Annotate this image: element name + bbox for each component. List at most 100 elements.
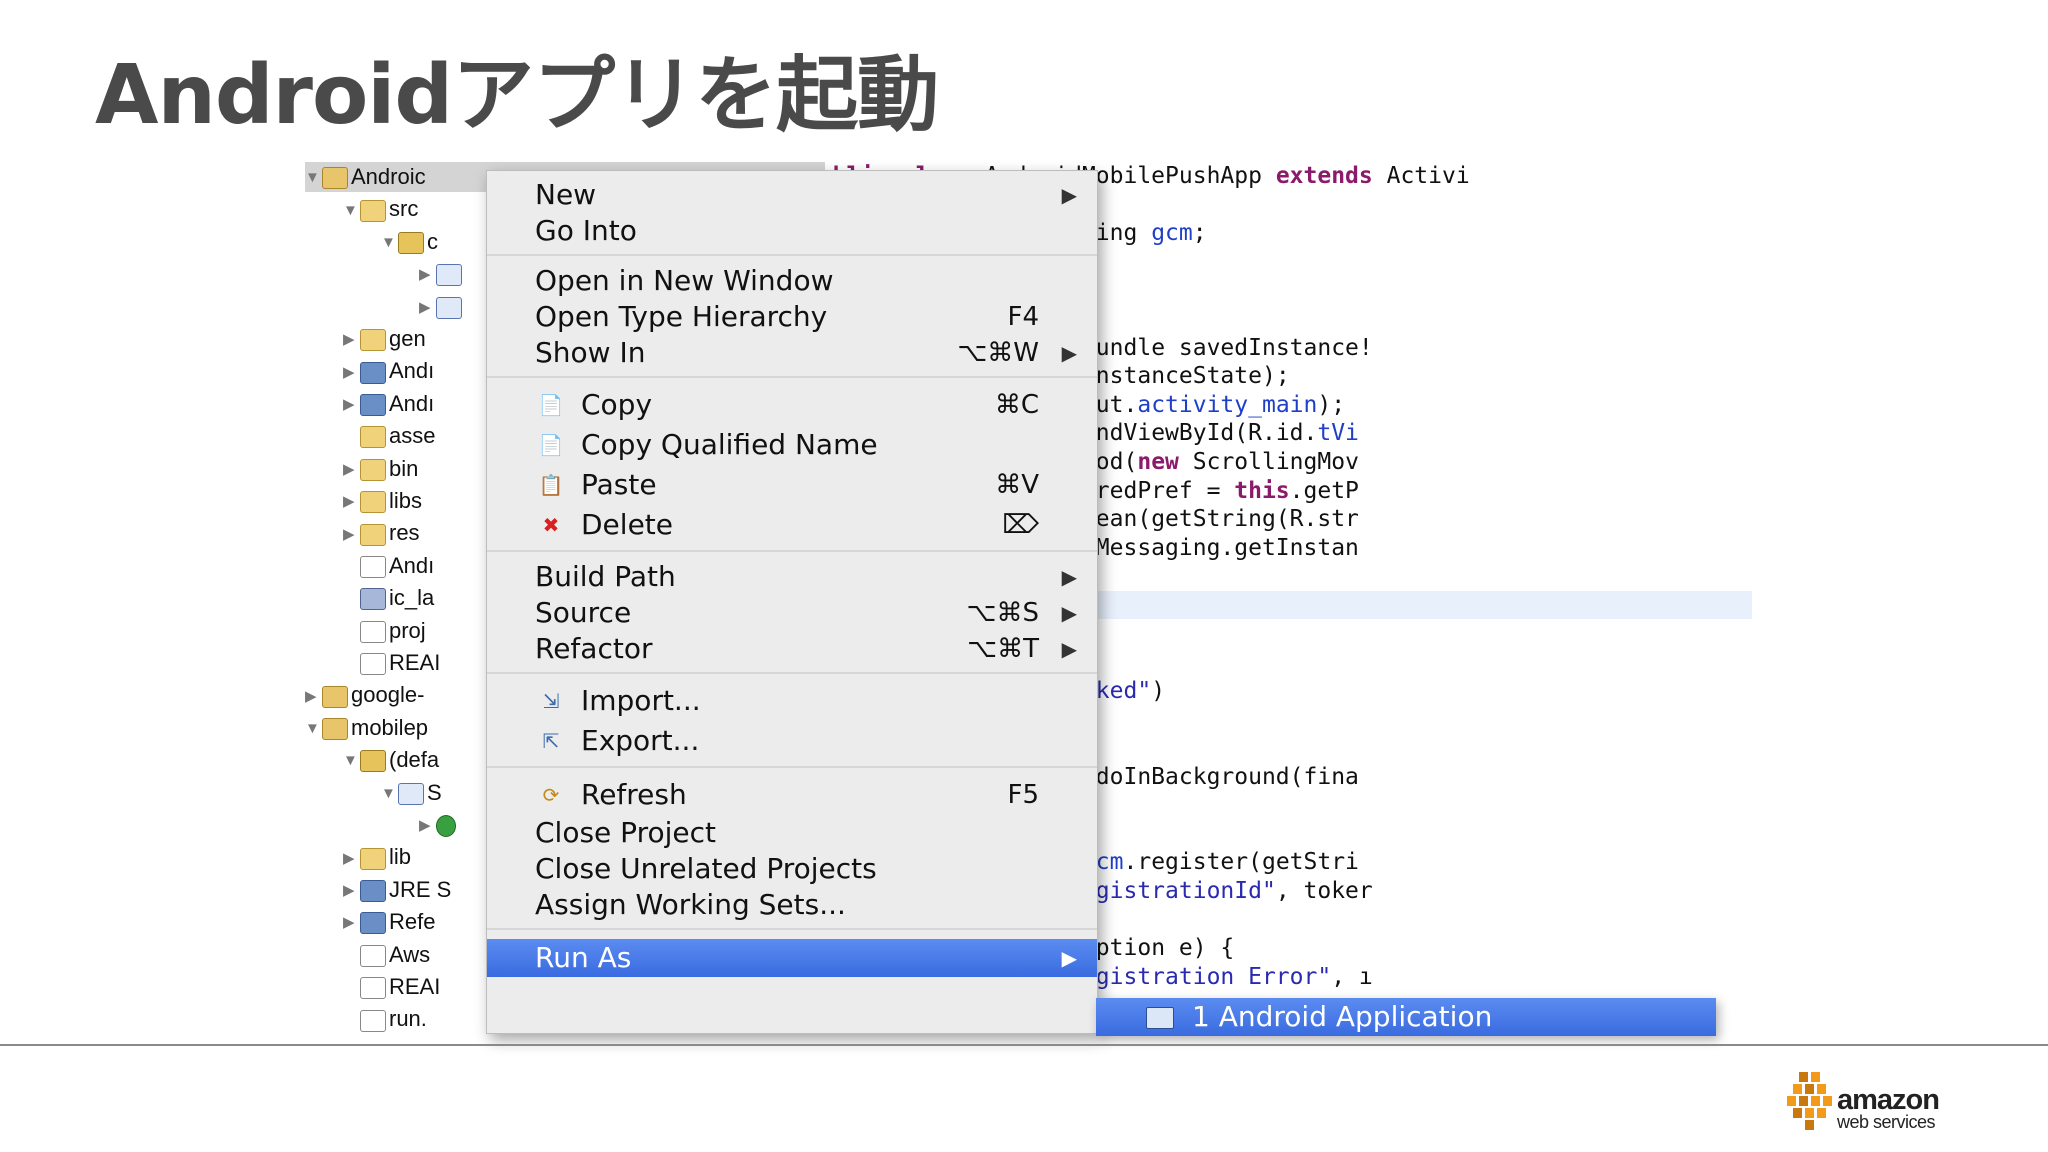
collapsed-twisty-icon[interactable]: ▶ (343, 455, 357, 485)
collapsed-twisty-icon[interactable]: ▶ (419, 293, 433, 323)
paste-icon: 📋 (538, 473, 564, 497)
tree-item[interactable]: ▶ (419, 810, 459, 840)
image-file-icon (360, 588, 386, 611)
menu-item-delete[interactable]: ✖ Delete ⌦ (487, 505, 1097, 545)
expanded-twisty-icon[interactable]: ▼ (381, 228, 396, 258)
menu-item-show-in[interactable]: Show In ⌥⌘W ▶ (487, 335, 1097, 371)
menu-item-new[interactable]: New ▶ (487, 177, 1097, 213)
aws-cube (1817, 1084, 1826, 1094)
text-file-icon (360, 620, 386, 643)
menu-item-paste[interactable]: 📋 Paste ⌘V (487, 465, 1097, 505)
tree-item-label: REAI (389, 650, 441, 675)
delete-icon: ✖ (542, 513, 560, 537)
collapsed-twisty-icon[interactable]: ▶ (305, 682, 319, 712)
menu-item-source[interactable]: Source ⌥⌘S ▶ (487, 595, 1097, 631)
collapsed-twisty-icon[interactable]: ▶ (343, 908, 357, 938)
menu-item-label: Open Type Hierarchy (535, 300, 828, 333)
code-token: ScrollingMov (1178, 449, 1359, 475)
java-file-icon (436, 264, 462, 287)
refresh-icon: ⟳ (542, 783, 560, 807)
expanded-twisty-icon[interactable]: ▼ (305, 163, 320, 193)
tree-item[interactable]: REAI (343, 648, 440, 678)
tree-item[interactable]: ▶ (419, 292, 465, 322)
code-token: activity_main (1137, 391, 1318, 418)
script-file-icon (360, 1009, 386, 1032)
collapsed-twisty-icon[interactable]: ▶ (343, 390, 357, 420)
menu-item-label: Show In (535, 336, 646, 369)
tree-item-label: (defa (389, 747, 440, 773)
tree-item[interactable]: asse (343, 421, 435, 451)
menu-item-refactor[interactable]: Refactor ⌥⌘T ▶ (487, 631, 1097, 667)
tree-item[interactable]: ▼ src (343, 194, 418, 224)
context-menu: New ▶ Go Into Open in New Window Open Type H… (486, 170, 1098, 1034)
code-token: extends (1275, 163, 1373, 189)
import-icon: ⇲ (542, 689, 560, 713)
tree-item[interactable]: Andı (343, 551, 434, 581)
expanded-twisty-icon[interactable]: ▼ (343, 196, 358, 226)
submenu-arrow-icon: ▶ (1061, 946, 1077, 970)
tree-item[interactable]: run. (343, 1004, 427, 1034)
tree-item[interactable]: ▶ gen (343, 324, 426, 354)
menu-item-build-path[interactable]: Build Path ▶ (487, 559, 1097, 595)
tree-item[interactable]: REAI (343, 972, 440, 1002)
menu-item-label: Close Project (535, 816, 716, 849)
collapsed-twisty-icon[interactable]: ▶ (343, 520, 357, 550)
java-file-icon (398, 782, 424, 805)
tree-item[interactable]: ▼ c (381, 227, 438, 257)
tree-item[interactable]: ▼ S (381, 778, 442, 808)
run-as-submenu-item-android-application[interactable]: 1 Android Application (1096, 998, 1716, 1036)
tree-item[interactable]: ▶ (419, 259, 465, 289)
menu-separator (487, 254, 1097, 256)
menu-item-export[interactable]: ⇱ Export... (487, 721, 1097, 761)
menu-item-open-type-hierarchy[interactable]: Open Type Hierarchy F4 (487, 299, 1097, 335)
tree-item-label: gen (389, 326, 426, 351)
menu-item-label: Refresh (581, 778, 687, 811)
tree-item[interactable]: ▶ Refe (343, 907, 435, 937)
code-token: this (1234, 477, 1290, 504)
tree-item[interactable]: ▶ Andı (343, 389, 434, 419)
aws-cube (1811, 1096, 1820, 1106)
tree-item-label: ic_la (389, 585, 435, 611)
tree-item[interactable]: ▼ (defa (343, 745, 439, 775)
tree-item-label: google- (351, 682, 425, 708)
submenu-item-label: 1 Android Application (1192, 1000, 1493, 1033)
expanded-twisty-icon[interactable]: ▼ (305, 714, 320, 744)
code-token: gcm (1151, 220, 1193, 247)
tree-item[interactable]: ic_la (343, 583, 434, 613)
expanded-twisty-icon[interactable]: ▼ (343, 746, 358, 776)
collapsed-twisty-icon[interactable]: ▶ (343, 487, 357, 517)
tree-item[interactable]: ▶ JRE S (343, 875, 451, 905)
folder-icon (360, 199, 386, 222)
menu-item-go-into[interactable]: Go Into (487, 213, 1097, 249)
tree-item-label: mobilep (351, 714, 429, 740)
collapsed-twisty-icon[interactable]: ▶ (343, 358, 357, 388)
expanded-twisty-icon[interactable]: ▼ (381, 779, 396, 809)
package-explorer-tree: ▼ Androic ▼ src ▼ c ▶ ▶ ▶ gen ▶ Andı ▶ Andı asse ▶ bin ▶ l… (305, 162, 825, 1035)
tree-item[interactable]: Aws (343, 940, 430, 970)
collapsed-twisty-icon[interactable]: ▶ (343, 844, 357, 874)
tree-item[interactable]: ▶ res (343, 518, 420, 548)
menu-item-run-as[interactable]: Run As ▶ (487, 939, 1097, 977)
aws-cube (1793, 1108, 1802, 1118)
collapsed-twisty-icon[interactable]: ▶ (343, 876, 357, 906)
tree-item[interactable]: ▶ Andı (343, 356, 434, 386)
collapsed-twisty-icon[interactable]: ▶ (419, 811, 433, 841)
tree-item[interactable]: ▶ bin (343, 454, 418, 484)
menu-item-copy-qualified-name[interactable]: 📄 Copy Qualified Name (487, 425, 1097, 465)
collapsed-twisty-icon[interactable]: ▶ (343, 325, 357, 355)
aws-logo-subtext: web services (1837, 1112, 1936, 1132)
menu-item-refresh[interactable]: ⟳ Refresh F5 (487, 775, 1097, 815)
menu-item-assign-working-sets[interactable]: Assign Working Sets... (487, 887, 1097, 923)
tree-item[interactable]: ▼ mobilep (305, 713, 428, 743)
menu-item-copy[interactable]: 📄 Copy ⌘C (487, 385, 1097, 425)
tree-item[interactable]: ▶ google- (305, 680, 424, 710)
tree-item[interactable]: ▶ lib (343, 842, 411, 872)
menu-item-close-project[interactable]: Close Project (487, 815, 1097, 851)
tree-item[interactable]: proj (343, 616, 426, 646)
menu-item-open-in-new-window[interactable]: Open in New Window (487, 263, 1097, 299)
tree-item[interactable]: ▶ libs (343, 486, 422, 516)
collapsed-twisty-icon[interactable]: ▶ (419, 260, 433, 290)
tree-item-label: libs (389, 488, 423, 513)
menu-item-import[interactable]: ⇲ Import... (487, 681, 1097, 721)
menu-item-close-unrelated-projects[interactable]: Close Unrelated Projects (487, 851, 1097, 887)
